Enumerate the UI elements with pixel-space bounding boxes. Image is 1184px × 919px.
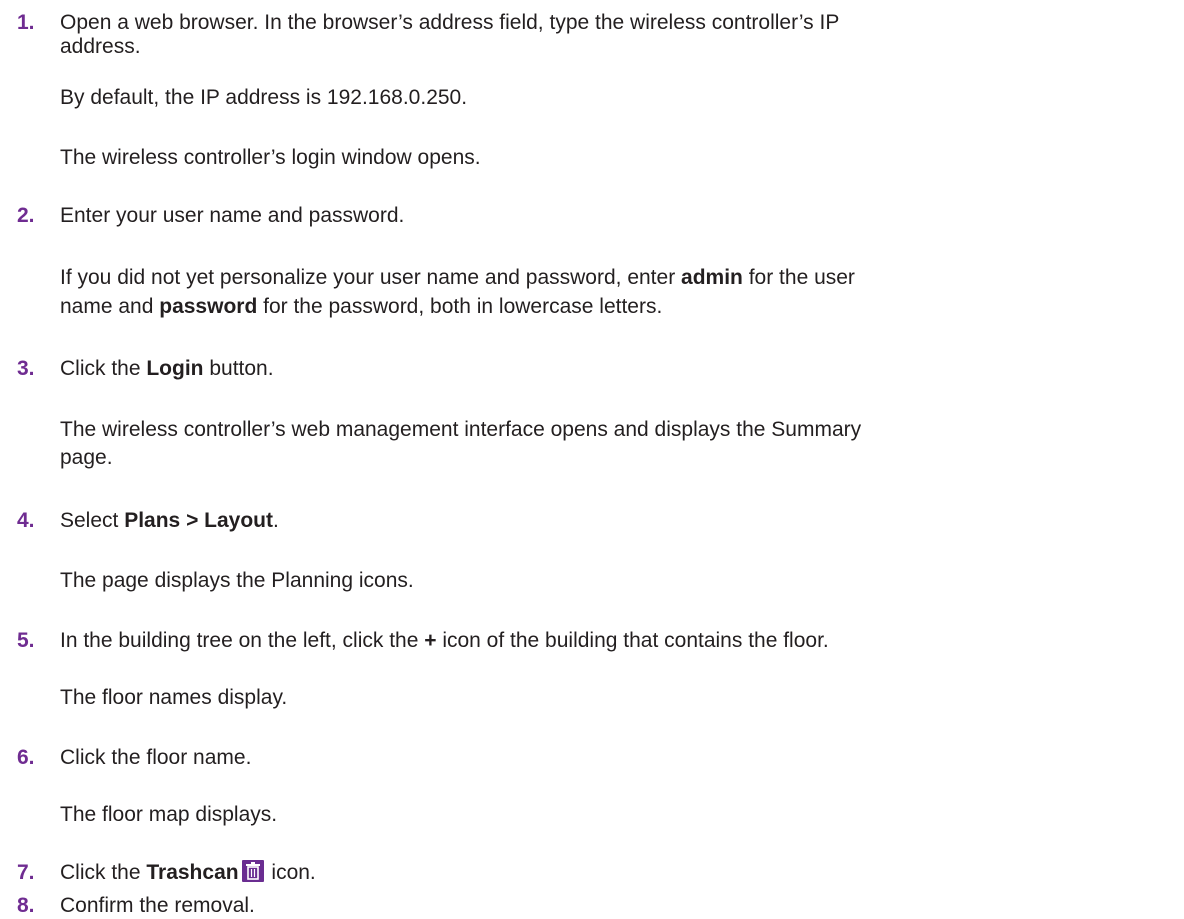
step-number: 5.: [17, 629, 35, 652]
step-note-continued: name and password for the password, both…: [60, 295, 663, 318]
step-text: In the building tree on the left, click …: [60, 629, 829, 652]
step-text: Click the floor name.: [60, 746, 252, 769]
step-number: 8.: [17, 894, 35, 917]
procedure-document: 1. Open a web browser. In the browser’s …: [0, 0, 1184, 917]
step-number: 1.: [17, 11, 35, 34]
step-number: 3.: [17, 357, 35, 380]
menu-path: Plans > Layout: [124, 509, 273, 532]
trashcan-icon: [241, 860, 264, 882]
plus-icon-label: +: [424, 629, 437, 652]
step-text: Enter your user name and password.: [60, 204, 405, 227]
step-text: Open a web browser. In the browser’s add…: [60, 11, 840, 34]
step-number: 2.: [17, 204, 35, 227]
step-number: 6.: [17, 746, 35, 769]
step-text: Select Plans > Layout.: [60, 509, 279, 532]
step-note: The floor names display.: [60, 686, 288, 709]
password-value: password: [159, 295, 258, 318]
step-text: Click the Login button.: [60, 357, 274, 380]
step-note: The wireless controller’s web management…: [60, 418, 862, 441]
step-note: The page displays the Planning icons.: [60, 569, 414, 592]
step-note: The wireless controller’s login window o…: [60, 146, 481, 169]
step-number: 7.: [17, 861, 35, 884]
trashcan-label: Trashcan: [146, 861, 239, 884]
step-text: Confirm the removal.: [60, 894, 255, 917]
step-note: By default, the IP address is 192.168.0.…: [60, 86, 468, 109]
step-text-continued: address.: [60, 35, 141, 58]
step-note-continued: page.: [60, 446, 113, 469]
login-button-label: Login: [146, 357, 204, 380]
step-text: Click the Trashcan icon.: [60, 860, 316, 884]
step-number: 4.: [17, 509, 35, 532]
step-note: If you did not yet personalize your user…: [60, 266, 855, 289]
user-name-value: admin: [681, 266, 743, 289]
step-note: The floor map displays.: [60, 803, 278, 826]
